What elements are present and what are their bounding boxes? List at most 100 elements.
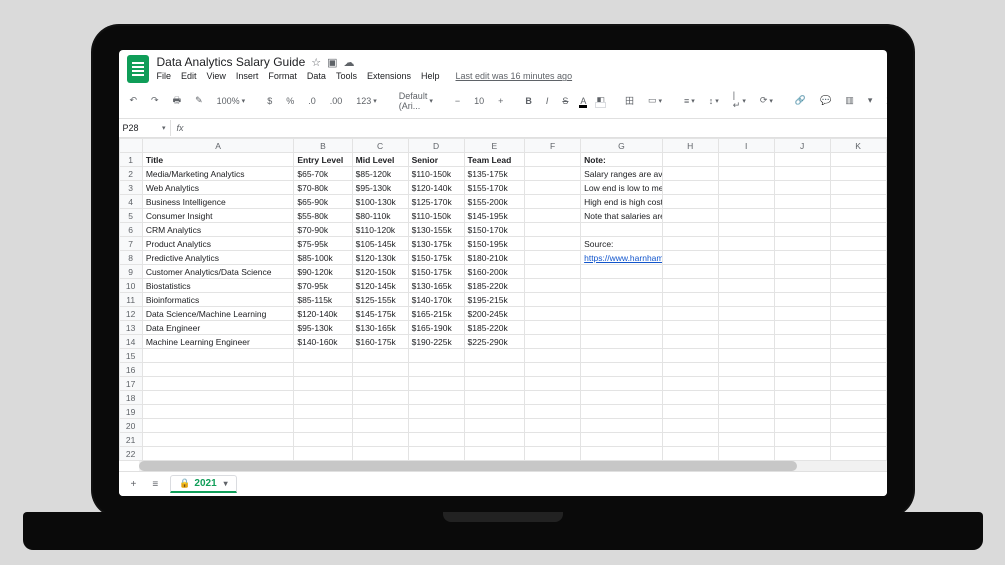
- cell[interactable]: $165-190k: [408, 321, 464, 335]
- cell[interactable]: Salary ranges are averages: [581, 167, 663, 181]
- spreadsheet-grid[interactable]: ABCDEFGHIJKLM 1TitleEntry LevelMid Level…: [119, 138, 887, 461]
- cell[interactable]: $70-95k: [294, 279, 352, 293]
- chevron-down-icon[interactable]: ▾: [224, 479, 228, 488]
- cell[interactable]: [774, 195, 830, 209]
- cell[interactable]: $190-225k: [408, 335, 464, 349]
- cell[interactable]: $110-120k: [352, 223, 408, 237]
- cell[interactable]: [774, 223, 830, 237]
- add-sheet-button[interactable]: +: [127, 477, 141, 492]
- cell[interactable]: [352, 377, 408, 391]
- cell[interactable]: $185-220k: [464, 321, 525, 335]
- cell[interactable]: $120-145k: [352, 279, 408, 293]
- cell[interactable]: [774, 405, 830, 419]
- cell[interactable]: [718, 447, 774, 461]
- cell[interactable]: Consumer Insight: [142, 209, 294, 223]
- cell[interactable]: [581, 349, 663, 363]
- cell[interactable]: $85-100k: [294, 251, 352, 265]
- cell[interactable]: [294, 349, 352, 363]
- cell[interactable]: [830, 195, 886, 209]
- cell[interactable]: Business Intelligence: [142, 195, 294, 209]
- cell[interactable]: $125-170k: [408, 195, 464, 209]
- cell[interactable]: [830, 237, 886, 251]
- row-header[interactable]: 13: [119, 321, 142, 335]
- cell[interactable]: $120-150k: [352, 265, 408, 279]
- functions-button[interactable]: Σ: [883, 94, 886, 108]
- cell[interactable]: [464, 349, 525, 363]
- cell[interactable]: [830, 433, 886, 447]
- menu-help[interactable]: Help: [421, 71, 440, 81]
- cell[interactable]: $110-150k: [408, 167, 464, 181]
- cell[interactable]: [142, 433, 294, 447]
- strike-button[interactable]: S: [559, 94, 571, 108]
- currency-button[interactable]: $: [264, 94, 275, 108]
- column-header[interactable]: J: [774, 139, 830, 153]
- cell[interactable]: [581, 447, 663, 461]
- cell[interactable]: [142, 419, 294, 433]
- cell[interactable]: $80-110k: [352, 209, 408, 223]
- cell[interactable]: $95-130k: [352, 181, 408, 195]
- cell[interactable]: [581, 265, 663, 279]
- cell[interactable]: [774, 391, 830, 405]
- menu-insert[interactable]: Insert: [236, 71, 259, 81]
- cell[interactable]: [525, 419, 581, 433]
- row-header[interactable]: 6: [119, 223, 142, 237]
- cell[interactable]: [774, 251, 830, 265]
- cell[interactable]: [408, 363, 464, 377]
- cell[interactable]: $130-165k: [408, 279, 464, 293]
- cell[interactable]: High end is high cost of living areas (l…: [581, 195, 663, 209]
- undo-button[interactable]: ↶: [127, 93, 141, 108]
- cell[interactable]: $90-120k: [294, 265, 352, 279]
- rotate-button[interactable]: ⟳: [757, 93, 776, 108]
- cell[interactable]: [830, 251, 886, 265]
- more-formats-button[interactable]: 123: [353, 94, 380, 108]
- cell[interactable]: [718, 167, 774, 181]
- cell[interactable]: [718, 377, 774, 391]
- cell[interactable]: Web Analytics: [142, 181, 294, 195]
- cell[interactable]: [294, 377, 352, 391]
- cell[interactable]: [294, 447, 352, 461]
- cell[interactable]: [662, 335, 718, 349]
- cell[interactable]: [662, 405, 718, 419]
- cell[interactable]: [352, 447, 408, 461]
- cell[interactable]: [662, 237, 718, 251]
- cell[interactable]: Predictive Analytics: [142, 251, 294, 265]
- cell[interactable]: [662, 433, 718, 447]
- cell[interactable]: Media/Marketing Analytics: [142, 167, 294, 181]
- cell[interactable]: [142, 391, 294, 405]
- cell[interactable]: [525, 167, 581, 181]
- cell[interactable]: [662, 181, 718, 195]
- cell[interactable]: [408, 447, 464, 461]
- cell[interactable]: [525, 279, 581, 293]
- row-header[interactable]: 5: [119, 209, 142, 223]
- cell[interactable]: [408, 419, 464, 433]
- cell[interactable]: [525, 181, 581, 195]
- column-header[interactable]: B: [294, 139, 352, 153]
- cell[interactable]: [830, 293, 886, 307]
- wrap-button[interactable]: |↵: [730, 88, 749, 113]
- cell[interactable]: [662, 153, 718, 167]
- cell[interactable]: [718, 433, 774, 447]
- row-header[interactable]: 7: [119, 237, 142, 251]
- cell[interactable]: [525, 209, 581, 223]
- cell[interactable]: $65-70k: [294, 167, 352, 181]
- cell[interactable]: [830, 167, 886, 181]
- column-header[interactable]: G: [581, 139, 663, 153]
- cell[interactable]: [718, 265, 774, 279]
- font-family-select[interactable]: Default (Ari...: [396, 89, 436, 113]
- cloud-icon[interactable]: ☁: [344, 56, 355, 69]
- row-header[interactable]: 14: [119, 335, 142, 349]
- cell[interactable]: [525, 405, 581, 419]
- bold-button[interactable]: B: [522, 94, 535, 108]
- cell[interactable]: $185-220k: [464, 279, 525, 293]
- cell[interactable]: Mid Level: [352, 153, 408, 167]
- font-inc-button[interactable]: +: [495, 94, 506, 108]
- cell[interactable]: [662, 223, 718, 237]
- menu-data[interactable]: Data: [307, 71, 326, 81]
- cell[interactable]: [718, 153, 774, 167]
- text-color-button[interactable]: A: [579, 96, 587, 106]
- row-header[interactable]: 15: [119, 349, 142, 363]
- column-header[interactable]: H: [662, 139, 718, 153]
- cell[interactable]: [464, 391, 525, 405]
- cell[interactable]: [662, 363, 718, 377]
- cell[interactable]: [464, 419, 525, 433]
